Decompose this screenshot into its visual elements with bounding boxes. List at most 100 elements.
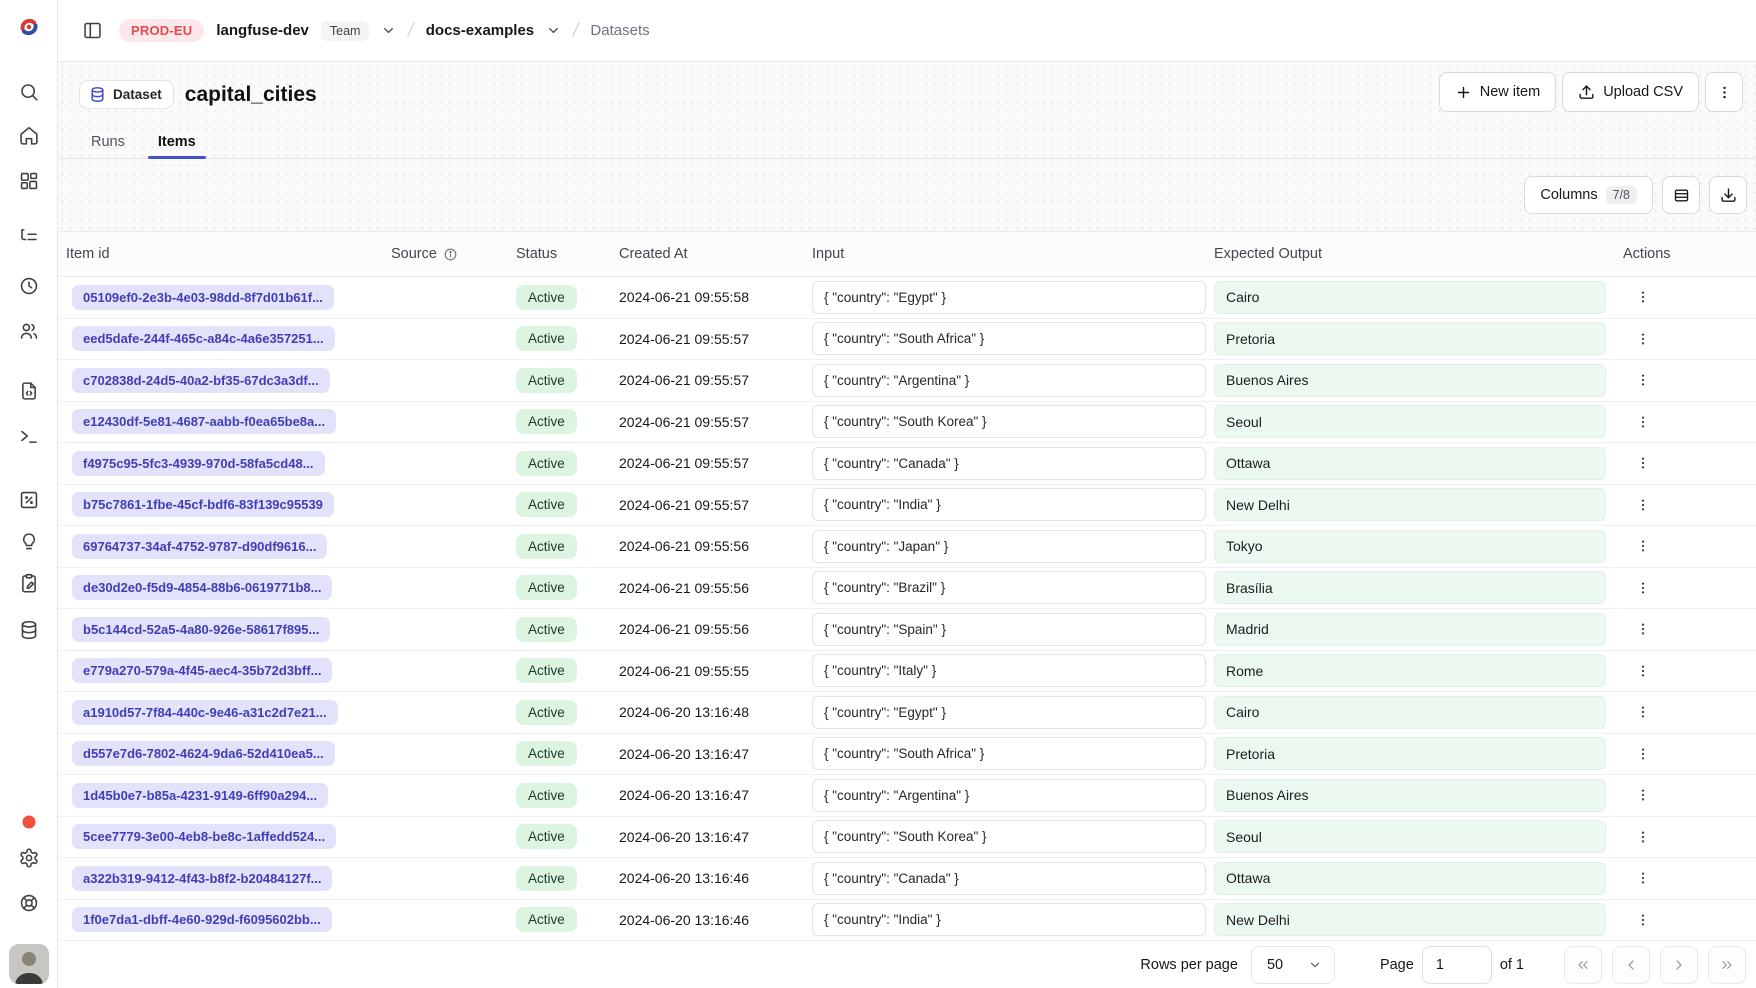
row-actions-button[interactable] (1626, 364, 1660, 396)
breadcrumb-project[interactable]: docs-examples (426, 22, 534, 39)
row-height-button[interactable] (1662, 176, 1700, 214)
item-id-badge[interactable]: 1f0e7da1-dbff-4e60-929d-f6095602bb... (72, 907, 332, 932)
item-id-badge[interactable]: de30d2e0-f5d9-4854-88b6-0619771b8... (72, 575, 332, 600)
expected-output-cell[interactable]: Tokyo (1214, 530, 1606, 563)
input-cell[interactable]: { "country": "South Korea" } (812, 405, 1206, 438)
input-cell[interactable]: { "country": "India" } (812, 903, 1206, 936)
table-row[interactable]: a322b319-9412-4f43-b8f2-b20484127f... Ac… (58, 858, 1756, 900)
row-actions-button[interactable] (1626, 738, 1660, 770)
expected-output-cell[interactable]: Ottawa (1214, 447, 1606, 480)
next-page-button[interactable] (1660, 946, 1698, 984)
expected-output-cell[interactable]: Brasília (1214, 571, 1606, 604)
row-actions-button[interactable] (1626, 779, 1660, 811)
item-id-badge[interactable]: f4975c95-5fc3-4939-970d-58fa5cd48... (72, 451, 325, 476)
org-chevron-down-icon[interactable] (381, 23, 396, 38)
expected-output-cell[interactable]: Cairo (1214, 696, 1606, 729)
table-row[interactable]: eed5dafe-244f-465c-a84c-4a6e357251... Ac… (58, 319, 1756, 361)
expected-output-cell[interactable]: New Delhi (1214, 488, 1606, 521)
row-actions-button[interactable] (1626, 281, 1660, 313)
row-actions-button[interactable] (1626, 655, 1660, 687)
expected-output-cell[interactable]: Seoul (1214, 820, 1606, 853)
expected-output-cell[interactable]: Buenos Aires (1214, 779, 1606, 812)
input-cell[interactable]: { "country": "South Africa" } (812, 737, 1206, 770)
item-id-badge[interactable]: b5c144cd-52a5-4a80-926e-58617f895... (72, 617, 330, 642)
expected-output-cell[interactable]: Seoul (1214, 405, 1606, 438)
column-header-created-at[interactable]: Created At (619, 246, 812, 262)
table-row[interactable]: 05109ef0-2e3b-4e03-98dd-8f7d01b61f... Ac… (58, 277, 1756, 319)
item-id-badge[interactable]: 05109ef0-2e3b-4e03-98dd-8f7d01b61f... (72, 285, 334, 310)
table-row[interactable]: d557e7d6-7802-4624-9da6-52d410ea5... Act… (58, 734, 1756, 776)
item-id-badge[interactable]: b75c7861-1fbe-45cf-bdf6-83f139c95539 (72, 492, 334, 517)
columns-button[interactable]: Columns 7/8 (1524, 176, 1653, 214)
table-row[interactable]: e779a270-579a-4f45-aec4-35b72d3bff... Ac… (58, 651, 1756, 693)
column-header-source[interactable]: Source (391, 246, 516, 262)
users-icon[interactable] (18, 321, 39, 342)
column-header-expected-output[interactable]: Expected Output (1214, 246, 1611, 262)
table-row[interactable]: b75c7861-1fbe-45cf-bdf6-83f139c95539 Act… (58, 485, 1756, 527)
row-actions-button[interactable] (1626, 447, 1660, 479)
home-icon[interactable] (18, 126, 39, 147)
previous-page-button[interactable] (1612, 946, 1650, 984)
table-row[interactable]: 1d45b0e7-b85a-4231-9149-6ff90a294... Act… (58, 775, 1756, 817)
input-cell[interactable]: { "country": "South Africa" } (812, 322, 1206, 355)
header-more-actions-button[interactable] (1705, 72, 1743, 112)
info-icon[interactable] (443, 247, 458, 262)
input-cell[interactable]: { "country": "Argentina" } (812, 779, 1206, 812)
project-chevron-down-icon[interactable] (546, 23, 561, 38)
download-button[interactable] (1709, 176, 1747, 214)
tab-runs[interactable]: Runs (81, 125, 135, 159)
item-id-badge[interactable]: d557e7d6-7802-4624-9da6-52d410ea5... (72, 741, 335, 766)
input-cell[interactable]: { "country": "Spain" } (812, 613, 1206, 646)
dashboards-grid-icon[interactable] (18, 171, 39, 192)
item-id-badge[interactable]: c702838d-24d5-40a2-bf35-67dc3a3df... (72, 368, 330, 393)
input-cell[interactable]: { "country": "Egypt" } (812, 696, 1206, 729)
input-cell[interactable]: { "country": "Egypt" } (812, 281, 1206, 314)
row-actions-button[interactable] (1626, 323, 1660, 355)
rows-per-page-select[interactable]: 50 (1251, 946, 1335, 984)
expected-output-cell[interactable]: Madrid (1214, 613, 1606, 646)
table-row[interactable]: 69764737-34af-4752-9787-d90df9616... Act… (58, 526, 1756, 568)
table-row[interactable]: e12430df-5e81-4687-aabb-f0ea65be8a... Ac… (58, 402, 1756, 444)
row-actions-button[interactable] (1626, 572, 1660, 604)
input-cell[interactable]: { "country": "Canada" } (812, 447, 1206, 480)
table-row[interactable]: c702838d-24d5-40a2-bf35-67dc3a3df... Act… (58, 360, 1756, 402)
tracing-list-tree-icon[interactable] (18, 226, 39, 247)
input-cell[interactable]: { "country": "Brazil" } (812, 571, 1206, 604)
row-actions-button[interactable] (1626, 613, 1660, 645)
page-number-input[interactable] (1422, 946, 1492, 984)
item-id-badge[interactable]: 1d45b0e7-b85a-4231-9149-6ff90a294... (72, 783, 328, 808)
expected-output-cell[interactable]: Pretoria (1214, 737, 1606, 770)
new-item-button[interactable]: New item (1439, 72, 1556, 112)
playground-terminal-icon[interactable] (18, 426, 39, 447)
datasets-database-icon[interactable] (18, 620, 39, 641)
user-avatar[interactable] (9, 944, 49, 984)
status-dot-icon[interactable] (22, 816, 35, 829)
expected-output-cell[interactable]: Buenos Aires (1214, 364, 1606, 397)
table-row[interactable]: 5cee7779-3e00-4eb8-be8c-1affedd524... Ac… (58, 817, 1756, 859)
expected-output-cell[interactable]: Rome (1214, 654, 1606, 687)
tab-items[interactable]: Items (148, 125, 206, 159)
table-row[interactable]: de30d2e0-f5d9-4854-88b6-0619771b8... Act… (58, 568, 1756, 610)
input-cell[interactable]: { "country": "Italy" } (812, 654, 1206, 687)
item-id-badge[interactable]: eed5dafe-244f-465c-a84c-4a6e357251... (72, 326, 335, 351)
expected-output-cell[interactable]: Cairo (1214, 281, 1606, 314)
search-icon[interactable] (18, 82, 39, 103)
column-header-item-id[interactable]: Item id (58, 246, 391, 262)
prompts-file-code-icon[interactable] (18, 381, 39, 402)
item-id-badge[interactable]: a1910d57-7f84-440c-9e46-a31c2d7e21... (72, 700, 338, 725)
input-cell[interactable]: { "country": "Japan" } (812, 530, 1206, 563)
row-actions-button[interactable] (1626, 406, 1660, 438)
insights-lightbulb-icon[interactable] (18, 532, 39, 553)
evaluation-square-percent-icon[interactable] (18, 490, 39, 511)
column-header-input[interactable]: Input (812, 246, 1214, 262)
breadcrumb-org[interactable]: langfuse-dev (216, 22, 309, 39)
row-actions-button[interactable] (1626, 904, 1660, 936)
row-actions-button[interactable] (1626, 530, 1660, 562)
input-cell[interactable]: { "country": "India" } (812, 488, 1206, 521)
breadcrumb-section[interactable]: Datasets (590, 22, 649, 39)
sessions-clock-icon[interactable] (18, 276, 39, 297)
item-id-badge[interactable]: e779a270-579a-4f45-aec4-35b72d3bff... (72, 658, 332, 683)
input-cell[interactable]: { "country": "Canada" } (812, 862, 1206, 895)
item-id-badge[interactable]: 69764737-34af-4752-9787-d90df9616... (72, 534, 327, 559)
table-row[interactable]: f4975c95-5fc3-4939-970d-58fa5cd48... Act… (58, 443, 1756, 485)
